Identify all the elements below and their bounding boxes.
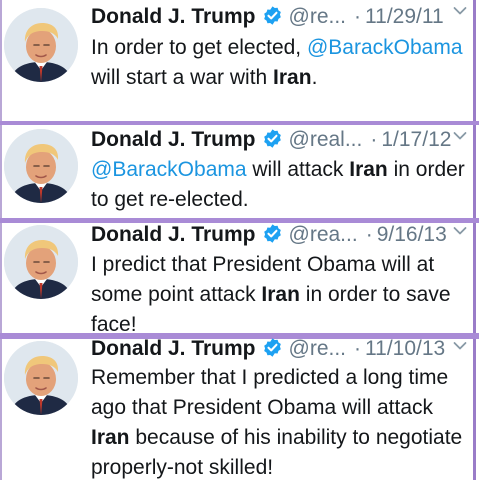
- tweet-date[interactable]: 1/17/12: [381, 128, 451, 151]
- separator-dot: ·: [370, 128, 378, 151]
- tweet-date[interactable]: 11/29/11: [365, 5, 444, 28]
- tweet-date[interactable]: 9/16/13: [377, 223, 447, 246]
- tweet-date[interactable]: 11/10/13: [365, 337, 445, 360]
- avatar[interactable]: [4, 129, 78, 203]
- text-segment: will attack: [246, 158, 350, 181]
- chevron-down-icon[interactable]: [453, 226, 467, 240]
- tweet-card[interactable]: Donald J. Trump @real... · 1/17/12 @BarackO…: [0, 125, 476, 218]
- verified-badge-icon: [262, 5, 283, 26]
- author-handle[interactable]: @rea...: [289, 223, 358, 246]
- tweet-text: @BarackObama will attack Iran in order t…: [91, 155, 467, 215]
- text-segment: In order to get elected,: [91, 36, 307, 59]
- text-segment: .: [311, 66, 318, 89]
- text-segment: because of his inability to negotiate pr…: [91, 426, 463, 479]
- author-name[interactable]: Donald J. Trump: [91, 128, 256, 151]
- keyword-highlight: Iran: [273, 66, 312, 89]
- mention-link[interactable]: @BarackObama: [91, 158, 247, 181]
- tweet-card[interactable]: Donald J. Trump @rea... · 9/16/13 I predict…: [0, 223, 476, 336]
- mention-link[interactable]: @BarackObama: [307, 36, 463, 59]
- tweet-text: Remember that I predicted a long time ag…: [91, 363, 467, 483]
- tweet-card[interactable]: Donald J. Trump @re... · 11/29/11 In order …: [0, 0, 476, 121]
- author-handle[interactable]: @re...: [289, 5, 347, 28]
- tweet-text: I predict that President Obama will at s…: [91, 250, 467, 340]
- text-segment: will start a war with: [91, 66, 274, 89]
- author-handle[interactable]: @real...: [289, 128, 363, 151]
- chevron-down-icon[interactable]: [453, 6, 467, 20]
- tweet-header: Donald J. Trump @re... · 11/10/13: [91, 337, 469, 361]
- tweet-card[interactable]: Donald J. Trump @re... · 11/10/13 Remember …: [0, 337, 476, 483]
- tweet-header: Donald J. Trump @re... · 11/29/11: [91, 5, 469, 29]
- verified-badge-icon: [262, 337, 283, 358]
- chevron-down-icon[interactable]: [453, 131, 467, 145]
- avatar[interactable]: [4, 341, 78, 415]
- verified-badge-icon: [262, 128, 283, 149]
- avatar[interactable]: [4, 225, 78, 299]
- tweet-text: In order to get elected, @BarackObama wi…: [91, 33, 467, 93]
- author-name[interactable]: Donald J. Trump: [91, 5, 256, 28]
- text-segment: Remember that I predicted a long time ag…: [91, 366, 449, 419]
- separator-dot: ·: [365, 223, 373, 246]
- keyword-highlight: Iran: [261, 283, 300, 306]
- chevron-down-icon[interactable]: [453, 341, 467, 355]
- tweet-header: Donald J. Trump @rea... · 9/16/13: [91, 223, 469, 247]
- author-name[interactable]: Donald J. Trump: [91, 337, 256, 360]
- author-name[interactable]: Donald J. Trump: [91, 223, 256, 246]
- keyword-highlight: Iran: [91, 426, 130, 449]
- avatar[interactable]: [4, 8, 78, 82]
- author-handle[interactable]: @re...: [289, 337, 347, 360]
- separator-dot: ·: [354, 5, 362, 28]
- tweet-header: Donald J. Trump @real... · 1/17/12: [91, 128, 469, 152]
- separator-dot: ·: [354, 337, 362, 360]
- keyword-highlight: Iran: [349, 158, 388, 181]
- verified-badge-icon: [262, 223, 283, 244]
